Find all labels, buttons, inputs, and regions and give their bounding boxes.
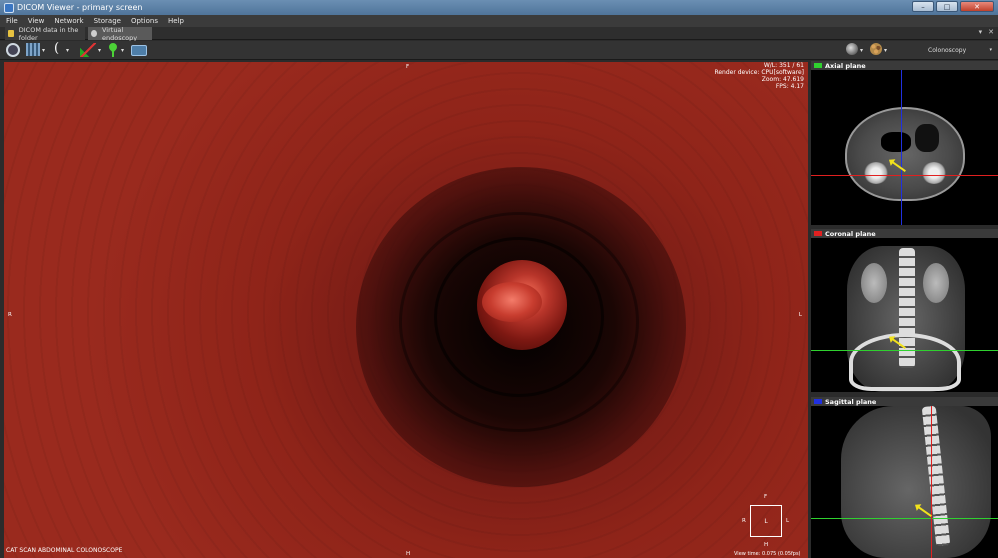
compass-icon[interactable] — [6, 43, 20, 57]
menu-view[interactable]: View — [28, 17, 45, 25]
pin-dropdown-icon[interactable]: ▾ — [121, 47, 124, 62]
curve-dropdown-icon[interactable]: ▾ — [66, 47, 69, 62]
hip-bone — [921, 162, 947, 184]
tab-menu-icon[interactable]: ▾ — [979, 28, 983, 36]
kidney — [923, 263, 949, 303]
panel-title: Sagittal plane — [825, 397, 877, 406]
render-info: W/L: 351 / 61 Render device: CPU[softwar… — [714, 62, 804, 90]
folder-icon — [8, 30, 14, 37]
tab-bar: DICOM data in the folder Virtual endosco… — [0, 25, 998, 42]
cube-bottom-label: H — [764, 542, 769, 548]
crosshair-vertical[interactable] — [901, 70, 902, 225]
hip-bone — [863, 162, 889, 184]
axial-panel[interactable]: Axial plane — [811, 61, 998, 225]
grid-icon[interactable] — [26, 43, 40, 56]
orientation-right: L — [798, 312, 802, 318]
kidney — [861, 263, 887, 303]
panel-header: Axial plane — [811, 61, 998, 70]
coronal-image[interactable] — [811, 238, 998, 392]
cube-left-label: R — [742, 518, 746, 524]
tab-label: DICOM data in the folder — [18, 25, 79, 42]
tab-controls: ▾ ✕ — [979, 28, 994, 36]
app-icon — [4, 2, 14, 13]
maximize-button[interactable]: □ — [936, 1, 958, 12]
view-time: View time: 0.075 (0.05fps) — [734, 551, 801, 557]
zoom-level: Zoom: 47.619 — [761, 76, 804, 83]
minimize-button[interactable]: – — [912, 1, 934, 12]
angle-icon[interactable] — [80, 43, 96, 57]
curve-icon[interactable]: ( — [54, 41, 59, 56]
menu-options[interactable]: Options — [131, 17, 158, 25]
preset-select[interactable]: Colonoscopy ▾ — [928, 45, 994, 55]
pelvis — [849, 333, 961, 391]
sagittal-panel[interactable]: Sagittal plane — [811, 397, 998, 558]
torso-slice — [841, 406, 991, 558]
cube-top-label: F — [764, 494, 768, 500]
window-title: DICOM Viewer - primary screen — [17, 3, 143, 12]
orientation-bottom: H — [406, 551, 411, 557]
axial-color-swatch — [814, 63, 822, 68]
crosshair-horizontal[interactable] — [811, 518, 998, 519]
landmark-pin-icon[interactable] — [108, 43, 118, 57]
tab-label: Virtual endoscopy — [101, 25, 138, 42]
bowel-gas — [881, 132, 911, 152]
crosshair-horizontal[interactable] — [811, 350, 998, 351]
tab-virtual-endoscopy[interactable]: Virtual endoscopy — [88, 25, 152, 42]
grid-dropdown-icon[interactable]: ▾ — [42, 47, 45, 62]
panel-title: Axial plane — [825, 61, 866, 70]
panel-header: Sagittal plane — [811, 397, 998, 406]
camera-icon[interactable] — [131, 45, 147, 56]
axial-image[interactable] — [811, 70, 998, 225]
orientation-top: F — [406, 64, 410, 70]
menu-network[interactable]: Network — [54, 17, 83, 25]
menu-file[interactable]: File — [6, 17, 18, 25]
window-controls: – □ ✕ — [912, 1, 994, 12]
endoscopy-viewport[interactable]: W/L: 351 / 61 Render device: CPU[softwar… — [4, 62, 808, 558]
sagittal-image[interactable] — [811, 406, 998, 558]
tab-close-icon[interactable]: ✕ — [988, 28, 994, 36]
globe-icon[interactable] — [846, 43, 858, 55]
window-level: W/L: 351 / 61 — [763, 62, 804, 69]
close-button[interactable]: ✕ — [960, 1, 994, 12]
chevron-down-icon: ▾ — [989, 47, 992, 53]
orientation-left: R — [8, 312, 12, 318]
crosshair-horizontal[interactable] — [811, 175, 998, 176]
panel-title: Coronal plane — [825, 229, 876, 238]
crosshair-vertical[interactable] — [931, 406, 932, 558]
lumen-core — [482, 282, 542, 322]
palette-icon[interactable] — [870, 43, 882, 55]
cube-right-label: L — [786, 518, 790, 524]
panel-header: Coronal plane — [811, 229, 998, 238]
menu-storage[interactable]: Storage — [94, 17, 121, 25]
bowel-gas — [915, 124, 939, 152]
toolbar: ▾ ( ▾ ▾ ▾ ▾ ▾ Colonoscopy ▾ — [0, 41, 998, 60]
coronal-color-swatch — [814, 231, 822, 236]
mpr-panels: Axial plane Coronal plane Sagittal plane — [811, 60, 998, 558]
series-description: CAT SCAN ABDOMINAL COLONOSCOPE — [6, 547, 123, 554]
title-bar: DICOM Viewer - primary screen – □ ✕ — [0, 0, 998, 15]
orientation-cube[interactable]: L — [750, 505, 782, 537]
tab-dicom-folder[interactable]: DICOM data in the folder — [5, 25, 85, 42]
angle-dropdown-icon[interactable]: ▾ — [98, 47, 101, 62]
menu-help[interactable]: Help — [168, 17, 184, 25]
cube-face-label: L — [764, 517, 768, 525]
sagittal-color-swatch — [814, 399, 822, 404]
coronal-panel[interactable]: Coronal plane — [811, 229, 998, 392]
abdomen-slice — [845, 107, 965, 201]
preset-value: Colonoscopy — [928, 46, 967, 54]
render-device: Render device: CPU[software] — [714, 69, 804, 76]
endoscope-icon — [91, 30, 97, 37]
fps: FPS: 4.17 — [775, 83, 804, 90]
